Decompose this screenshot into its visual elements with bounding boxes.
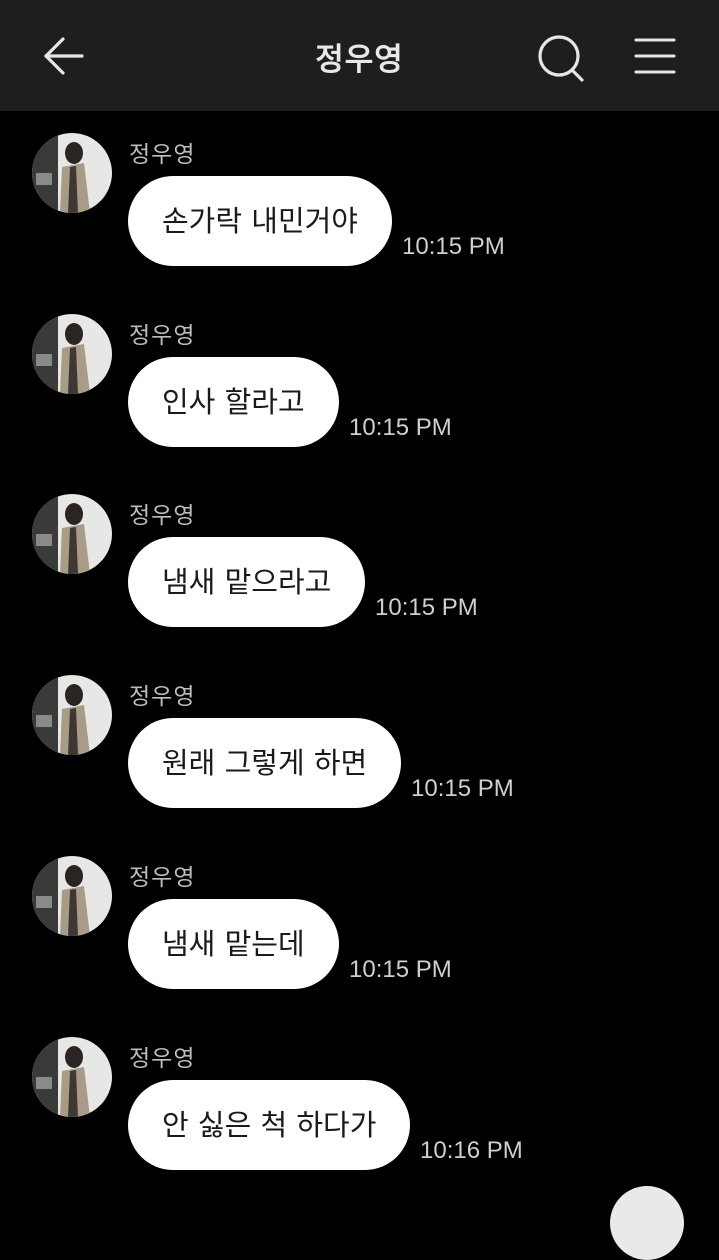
search-icon xyxy=(538,35,584,82)
message-row: 정우영 손가락 내민거야 10:15 PM xyxy=(0,111,719,271)
message-row: 정우영 냄새 맡으라고 10:15 PM xyxy=(0,472,719,632)
message-time: 10:15 PM xyxy=(411,775,514,802)
sender-name: 정우영 xyxy=(129,684,196,710)
avatar[interactable] xyxy=(32,856,112,936)
avatar[interactable] xyxy=(32,133,112,213)
profile-photo-icon xyxy=(32,314,112,394)
profile-photo-icon xyxy=(32,675,112,755)
message-bubble[interactable]: 냄새 맡으라고 xyxy=(128,537,366,627)
avatar[interactable] xyxy=(32,314,112,394)
arrow-left-icon xyxy=(44,37,84,75)
sender-name: 정우영 xyxy=(129,1046,196,1072)
message-time: 10:16 PM xyxy=(420,1137,523,1164)
sender-name: 정우영 xyxy=(129,323,196,349)
profile-photo-icon xyxy=(32,133,112,213)
message-bubble[interactable]: 손가락 내민거야 xyxy=(128,176,392,266)
message-row: 정우영 원래 그렇게 하면 10:15 PM xyxy=(0,653,719,813)
message-time: 10:15 PM xyxy=(349,956,452,983)
hamburger-menu-icon xyxy=(634,38,676,74)
message-time: 10:15 PM xyxy=(349,414,452,441)
menu-button[interactable] xyxy=(630,32,680,80)
sender-name: 정우영 xyxy=(129,865,196,891)
message-row: 정우영 인사 할라고 10:15 PM xyxy=(0,292,719,452)
message-row: 정우영 안 싫은 척 하다가 10:16 PM xyxy=(0,1015,719,1175)
profile-photo-icon xyxy=(32,494,112,574)
message-list[interactable]: 정우영 손가락 내민거야 10:15 PM 정우영 인사 할라고 10:15 P… xyxy=(0,111,719,1199)
sender-name: 정우영 xyxy=(129,142,196,168)
message-row: 정우영 냄새 맡는데 10:15 PM xyxy=(0,834,719,994)
chat-title: 정우영 xyxy=(315,42,404,78)
avatar[interactable] xyxy=(32,675,112,755)
search-button[interactable] xyxy=(532,30,588,86)
avatar[interactable] xyxy=(32,1037,112,1117)
message-bubble[interactable]: 안 싫은 척 하다가 xyxy=(128,1080,411,1170)
profile-photo-icon xyxy=(32,856,112,936)
message-bubble[interactable]: 냄새 맡는데 xyxy=(128,899,339,989)
message-time: 10:15 PM xyxy=(375,594,478,621)
message-time: 10:15 PM xyxy=(402,233,505,260)
profile-photo-icon xyxy=(32,1037,112,1117)
top-app-bar: 정우영 xyxy=(0,0,719,111)
avatar[interactable] xyxy=(32,494,112,574)
scroll-down-button[interactable] xyxy=(610,1186,684,1260)
message-bubble[interactable]: 인사 할라고 xyxy=(128,357,339,447)
sender-name: 정우영 xyxy=(129,503,196,529)
back-button[interactable] xyxy=(36,30,92,82)
message-bubble[interactable]: 원래 그렇게 하면 xyxy=(128,718,402,808)
